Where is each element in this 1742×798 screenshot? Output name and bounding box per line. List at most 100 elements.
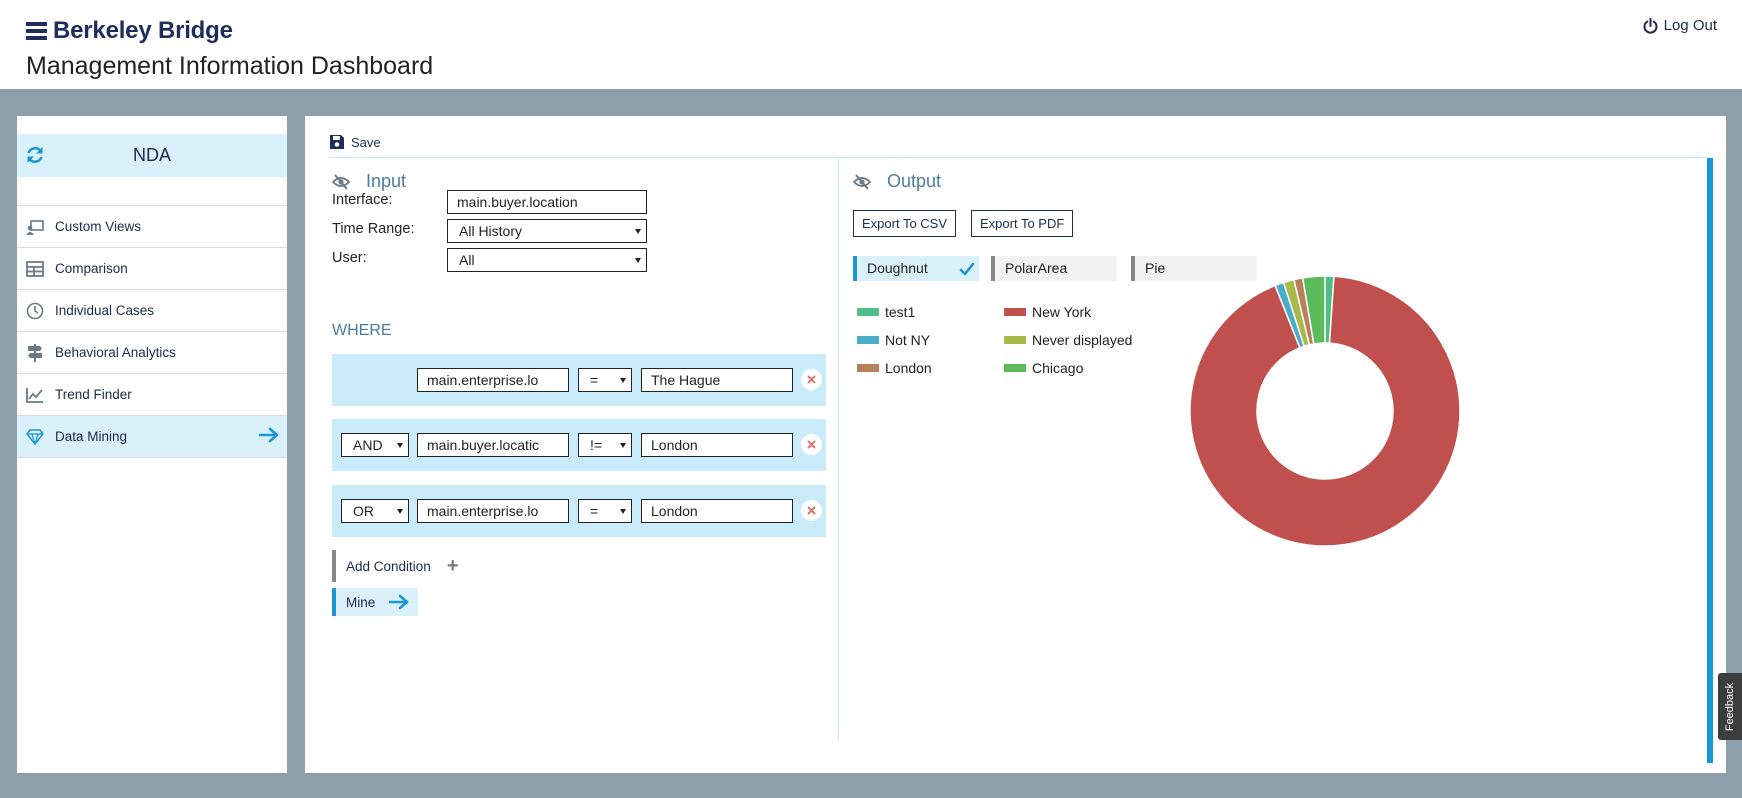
condition-field-input[interactable]: main.buyer.locatic: [417, 433, 569, 457]
legend-swatch: [1004, 336, 1026, 344]
feedback-button[interactable]: Feedback: [1718, 673, 1742, 740]
sidebar-item-label: Behavioral Analytics: [55, 345, 176, 360]
user-select[interactable]: All: [447, 248, 647, 272]
checkmark-icon: [959, 260, 975, 285]
sidebar-item-trend-finder[interactable]: Trend Finder: [17, 374, 287, 416]
mine-button[interactable]: Mine: [332, 588, 418, 616]
toolbar-divider: [329, 157, 1709, 158]
save-label: Save: [351, 134, 381, 150]
condition-value-input[interactable]: London: [641, 499, 793, 523]
mine-label: Mine: [346, 594, 376, 610]
sidebar-item-behavioral-analytics[interactable]: Behavioral Analytics: [17, 332, 287, 374]
sidebar-item-comparison[interactable]: Comparison: [17, 248, 287, 290]
custom-views-icon: [25, 217, 45, 237]
sidebar-item-individual-cases[interactable]: Individual Cases: [17, 290, 287, 332]
legend-item: Never displayed: [1004, 332, 1132, 348]
legend-label: New York: [1032, 304, 1092, 320]
legend-swatch: [1004, 308, 1026, 316]
brand-logo: Berkeley Bridge: [26, 17, 233, 45]
tab-label: PolarArea: [1005, 260, 1068, 276]
doughnut-chart: [1189, 275, 1461, 547]
condition-row: main.enterprise.lo = The Hague: [332, 354, 826, 406]
sidebar-item-label: Trend Finder: [55, 387, 132, 402]
logout-button[interactable]: Log Out: [1643, 17, 1717, 34]
output-heading-label: Output: [887, 171, 942, 191]
where-heading: WHERE: [332, 322, 392, 339]
line-chart-icon: [25, 385, 45, 405]
sidebar-nav: Custom Views Comparison Individual Cases…: [17, 205, 287, 458]
add-condition-label: Add Condition: [346, 558, 431, 574]
panel-divider: [838, 158, 839, 740]
legend-swatch: [1004, 364, 1026, 372]
condition-operator-select[interactable]: !=: [578, 433, 632, 457]
remove-condition-button[interactable]: [801, 500, 822, 521]
condition-value-input[interactable]: The Hague: [641, 368, 793, 392]
close-icon: [807, 506, 816, 515]
legend-item: Chicago: [1004, 360, 1083, 376]
refresh-icon[interactable]: [25, 145, 45, 170]
legend-swatch: [857, 364, 879, 372]
sidebar-header-title: NDA: [132, 145, 171, 165]
arrow-right-icon: [258, 427, 279, 446]
sidebar-item-data-mining[interactable]: Data Mining: [17, 416, 287, 458]
sidebar-header: NDA: [17, 134, 287, 177]
legend-swatch: [857, 308, 879, 316]
sidebar-item-label: Individual Cases: [55, 303, 155, 318]
page-title: Management Information Dashboard: [26, 52, 434, 80]
sidebar-item-label: Data Mining: [55, 429, 128, 444]
condition-field-input[interactable]: main.enterprise.lo: [417, 368, 569, 392]
brand-name: Berkeley Bridge: [53, 17, 233, 44]
condition-row: AND main.buyer.locatic != London: [332, 419, 826, 471]
legend-label: Never displayed: [1032, 332, 1133, 348]
tab-polararea[interactable]: PolarArea: [991, 256, 1117, 281]
legend-item: test1: [857, 304, 915, 320]
scrollbar[interactable]: [1707, 158, 1713, 763]
save-button[interactable]: Save: [329, 134, 381, 150]
eye-slash-icon[interactable]: [853, 173, 871, 190]
condition-value-input[interactable]: London: [641, 433, 793, 457]
plus-icon: +: [446, 555, 459, 577]
tab-label: Pie: [1145, 260, 1166, 276]
table-icon: [25, 259, 45, 279]
legend-label: London: [885, 360, 932, 376]
legend-item: New York: [1004, 304, 1091, 320]
main-panel: Save Input Interface: main.buyer.locatio…: [305, 116, 1726, 773]
eye-slash-icon[interactable]: [332, 173, 350, 190]
tab-doughnut[interactable]: Doughnut: [853, 256, 979, 281]
remove-condition-button[interactable]: [801, 369, 822, 390]
sidebar-item-custom-views[interactable]: Custom Views: [17, 206, 287, 248]
condition-field-input[interactable]: main.enterprise.lo: [417, 499, 569, 523]
time-range-select[interactable]: All History: [447, 219, 647, 243]
condition-operator-select[interactable]: =: [578, 368, 632, 392]
input-heading-label: Input: [366, 171, 407, 191]
interface-label: Interface:: [332, 192, 393, 208]
legend-swatch: [857, 336, 879, 344]
bridge-logo-icon: [26, 22, 47, 40]
condition-row: OR main.enterprise.lo = London: [332, 485, 826, 537]
feedback-label: Feedback: [1724, 682, 1736, 731]
top-bar: Berkeley Bridge Management Information D…: [0, 0, 1742, 89]
condition-connector-select[interactable]: AND: [341, 433, 409, 457]
logout-label: Log Out: [1663, 17, 1717, 34]
arrow-right-icon: [389, 594, 409, 610]
signpost-icon: [25, 343, 45, 363]
legend-item: Not NY: [857, 332, 930, 348]
condition-connector-select[interactable]: OR: [341, 499, 409, 523]
sidebar: NDA Custom Views Comparison Individual C…: [17, 116, 287, 773]
floppy-disk-icon: [330, 135, 344, 149]
legend-label: Chicago: [1032, 360, 1084, 376]
add-condition-button[interactable]: Add Condition +: [332, 550, 459, 582]
output-heading: Output: [853, 171, 941, 192]
clock-icon: [25, 301, 45, 321]
export-pdf-button[interactable]: Export To PDF: [971, 210, 1074, 237]
legend-item: London: [857, 360, 932, 376]
interface-input[interactable]: main.buyer.location: [447, 190, 647, 214]
close-icon: [807, 440, 816, 449]
diamond-icon: [25, 427, 45, 447]
user-label: User:: [332, 250, 367, 266]
input-heading: Input: [332, 171, 406, 192]
condition-operator-select[interactable]: =: [578, 499, 632, 523]
export-csv-button[interactable]: Export To CSV: [853, 210, 957, 237]
sidebar-item-label: Custom Views: [55, 219, 142, 234]
remove-condition-button[interactable]: [801, 434, 822, 455]
